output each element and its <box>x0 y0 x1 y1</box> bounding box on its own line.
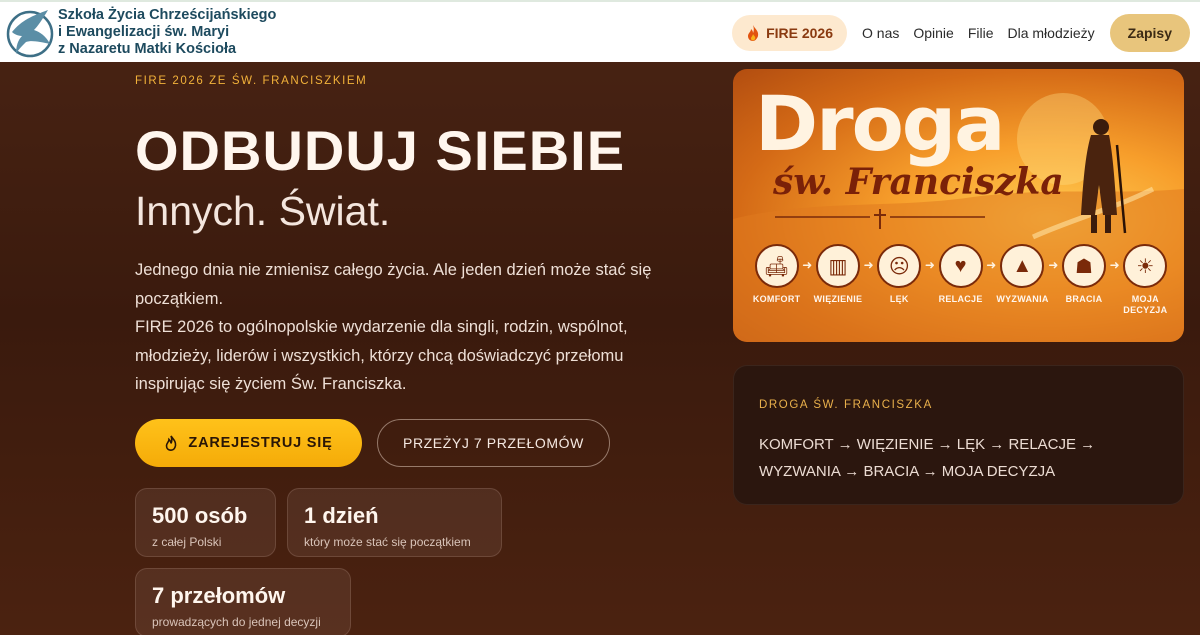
arrow-right-icon: ➜ <box>863 258 874 272</box>
steps-row: 🛋 KOMFORT ➜ ▥ WIĘZIENIE ➜ ☹ LĘK ➜ ♥ RELA… <box>751 244 1171 316</box>
stat-value: 500 osób <box>152 503 248 528</box>
hero-eyebrow: FIRE 2026 ZE ŚW. FRANCISZKIEM <box>135 75 368 87</box>
hero-description-line-1: Jednego dnia nie zmienisz całego życia. … <box>135 261 652 308</box>
arrow-right-icon: ➜ <box>1048 258 1059 272</box>
step-label: BRACIA <box>1065 294 1103 304</box>
nav-link-filie[interactable]: Filie <box>968 25 994 41</box>
hero-subtitle: Innych. Świat. <box>135 188 391 234</box>
arrow-right-icon: ➜ <box>986 258 997 272</box>
site-header: Szkoła Życia Chrześcijańskiego i Ewangel… <box>0 0 1200 62</box>
hero-description: Jednego dnia nie zmienisz całego życia. … <box>135 256 695 399</box>
person-light-icon: ☀ <box>1123 244 1168 288</box>
info-card-path-line-2: WYZWANIA → BRACIA → MOJA DECYZJA <box>759 462 1056 480</box>
info-card-eyebrow: DROGA ŚW. FRANCISZKA <box>759 399 933 411</box>
nav-fire-2026[interactable]: FIRE 2026 <box>732 15 847 51</box>
main-nav: FIRE 2026 O nas Opinie Filie Dla młodzie… <box>732 14 1190 52</box>
step-label: KOMFORT <box>752 294 801 304</box>
step-komfort: 🛋 KOMFORT <box>751 244 802 316</box>
artwork-title-franciszka: św. Franciszka <box>773 161 1064 203</box>
site-logo[interactable]: Szkoła Życia Chrześcijańskiego i Ewangel… <box>4 6 276 58</box>
armchair-icon: 🛋 <box>754 244 799 288</box>
nav-link-dla-mlodziezy[interactable]: Dla młodzieży <box>1008 25 1095 41</box>
step-label: WIĘZIENIE <box>813 294 863 304</box>
stat-label: który może stać się początkiem <box>304 535 471 549</box>
step-bracia: ☗ BRACIA <box>1058 244 1109 316</box>
nav-link-o-nas[interactable]: O nas <box>862 25 899 41</box>
stat-people: 500 osób z całej Polski <box>135 488 276 557</box>
cross-divider-icon <box>775 209 985 229</box>
logo-line-2: i Ewangelizacji św. Maryi <box>58 23 230 40</box>
register-button[interactable]: ZAREJESTRUJ SIĘ <box>135 419 362 467</box>
stat-day: 1 dzień który może stać się początkiem <box>287 488 502 557</box>
logo-line-3: z Nazaretu Matki Kościoła <box>58 40 237 57</box>
info-card-path-line-1: KOMFORT → WIĘZIENIE → LĘK → RELACJE → <box>759 436 1096 453</box>
fear-face-icon: ☹ <box>877 244 922 288</box>
saint-francis-figure <box>1081 119 1127 234</box>
dove-logo-icon <box>6 10 54 58</box>
nav-link-opinie[interactable]: Opinie <box>913 25 953 41</box>
step-moja-decyzja: ☀ MOJA DECYZJA <box>1120 244 1171 316</box>
step-label: WYZWANIA <box>996 294 1049 304</box>
path-info-card: DROGA ŚW. FRANCISZKA KOMFORT → WIĘZIENIE… <box>733 365 1184 505</box>
hero-description-line-2: FIRE 2026 to ogólnopolskie wydarzenie dl… <box>135 318 628 394</box>
nav-zapisy-button[interactable]: Zapisy <box>1109 14 1190 52</box>
nav-fire-label: FIRE 2026 <box>766 25 833 41</box>
logo-text: Szkoła Życia Chrześcijańskiego i Ewangel… <box>58 7 276 58</box>
logo-line-1: Szkoła Życia Chrześcijańskiego <box>58 6 277 23</box>
group-icon: ☗ <box>1062 244 1106 288</box>
stat-value: 7 przełomów <box>152 583 286 608</box>
step-label: MOJA DECYZJA <box>1123 294 1168 315</box>
stat-label: prowadzących do jednej decyzji <box>152 615 321 629</box>
step-wiezienie: ▥ WIĘZIENIE <box>812 244 863 316</box>
flame-icon <box>166 435 177 451</box>
people-heart-icon: ♥ <box>938 244 983 288</box>
stat-breakthroughs: 7 przełomów prowadzących do jednej decyz… <box>135 568 351 635</box>
step-label: LĘK <box>889 294 909 304</box>
stat-value: 1 dzień <box>304 503 379 528</box>
step-relacje: ♥ RELACJE <box>935 244 986 316</box>
register-button-label: ZAREJESTRUJ SIĘ <box>188 435 333 451</box>
hero-title: ODBUDUJ SIEBIE <box>135 119 626 182</box>
arrow-right-icon: ➜ <box>924 258 935 272</box>
flame-icon <box>748 25 759 41</box>
stat-label: z całej Polski <box>152 535 222 549</box>
mountain-flag-icon: ▲ <box>1000 244 1045 288</box>
step-lek: ☹ LĘK <box>874 244 925 316</box>
step-label: RELACJE <box>938 294 983 304</box>
droga-franciszka-artwork: Droga św. Franciszka 🛋 KOMFORT ➜ ▥ WIĘZI… <box>733 69 1184 342</box>
step-wyzwania: ▲ WYZWANIA <box>996 244 1048 316</box>
arrow-right-icon: ➜ <box>802 258 813 272</box>
experience-7-breakthroughs-button[interactable]: PRZEŻYJ 7 PRZEŁOMÓW <box>377 419 610 467</box>
prison-bars-icon: ▥ <box>815 244 860 288</box>
artwork-title-droga: Droga <box>755 79 1005 168</box>
arrow-right-icon: ➜ <box>1109 258 1120 272</box>
info-card-path: KOMFORT → WIĘZIENIE → LĘK → RELACJE → WY… <box>759 432 1159 485</box>
